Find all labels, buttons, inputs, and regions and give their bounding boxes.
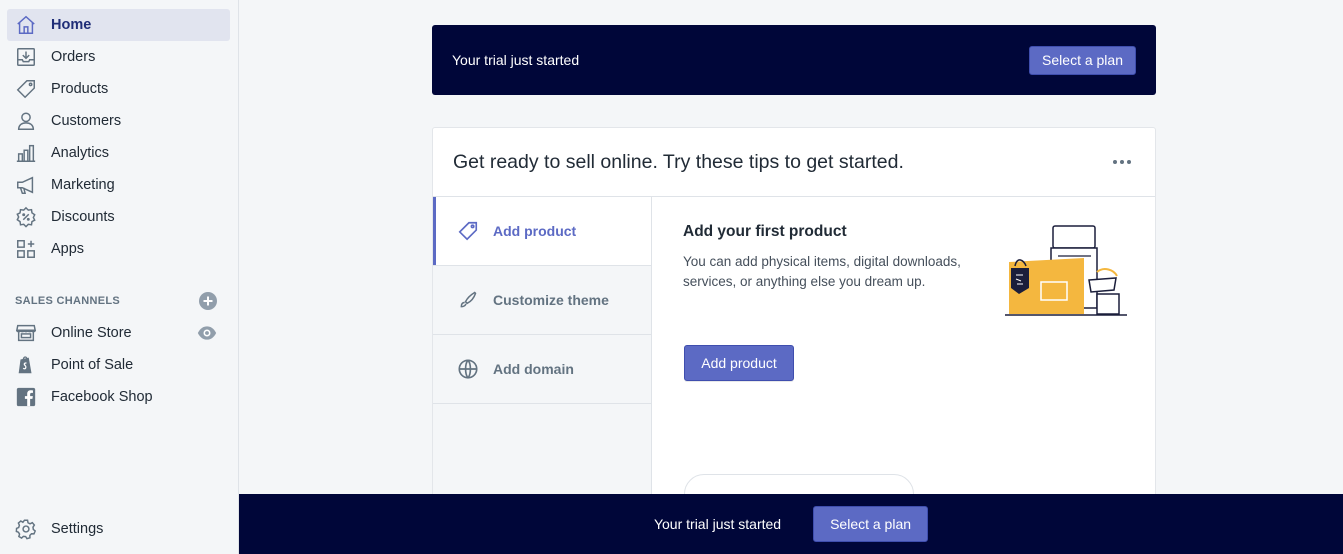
eye-icon xyxy=(197,326,217,340)
card-title: Get ready to sell online. Try these tips… xyxy=(453,150,904,173)
bottom-trial-text: Your trial just started xyxy=(653,516,782,532)
sidebar-item-label: Products xyxy=(51,81,109,97)
facebook-icon xyxy=(14,385,38,409)
sidebar-item-facebook-shop[interactable]: Facebook Shop xyxy=(7,381,230,413)
bottom-trial-bar: Your trial just started Select a plan xyxy=(239,494,1343,554)
product-box-illustration xyxy=(1005,225,1127,316)
add-product-button[interactable]: Add product xyxy=(684,345,794,381)
sidebar-item-products[interactable]: Products xyxy=(7,73,230,105)
tag-icon xyxy=(455,218,481,244)
globe-icon xyxy=(455,356,481,382)
bottom-select-plan-button[interactable]: Select a plan xyxy=(813,506,929,542)
tab-label: Add domain xyxy=(493,361,574,377)
orders-icon xyxy=(14,45,38,69)
sidebar-item-label: Analytics xyxy=(51,145,110,161)
sidebar-item-orders[interactable]: Orders xyxy=(7,41,230,73)
panel-description: You can add physical items, digital down… xyxy=(683,254,961,289)
sidebar-item-label: Facebook Shop xyxy=(51,389,153,405)
store-icon xyxy=(14,321,38,345)
view-online-store-button[interactable] xyxy=(197,323,217,343)
tab-add-domain[interactable]: Add domain xyxy=(433,335,651,404)
sidebar-item-label: Customers xyxy=(51,113,122,129)
sidebar-item-label: Settings xyxy=(51,521,104,537)
sidebar-item-label: Online Store xyxy=(51,325,132,341)
home-icon xyxy=(14,13,38,37)
tab-label: Customize theme xyxy=(493,292,609,308)
panel-heading: Add your first product xyxy=(683,223,847,240)
sidebar-item-marketing[interactable]: Marketing xyxy=(7,169,230,201)
sales-channels-header: SALES CHANNELS xyxy=(15,292,220,310)
sidebar-item-label: Point of Sale xyxy=(51,357,134,373)
sidebar-item-home[interactable]: Home xyxy=(7,9,230,41)
tab-add-product[interactable]: Add product xyxy=(433,197,651,266)
trial-banner-text: Your trial just started xyxy=(452,52,580,68)
sidebar-item-label: Apps xyxy=(51,241,85,257)
sidebar-item-apps[interactable]: Apps xyxy=(7,233,230,265)
sidebar-item-label: Marketing xyxy=(51,177,115,193)
sidebar: Home Orders Products Customers Analytics… xyxy=(0,0,239,554)
select-plan-button[interactable]: Select a plan xyxy=(1029,45,1136,75)
sidebar-item-settings[interactable]: Settings xyxy=(7,513,230,545)
tab-customize-theme[interactable]: Customize theme xyxy=(433,266,651,335)
discount-icon xyxy=(14,205,38,229)
sidebar-item-analytics[interactable]: Analytics xyxy=(7,137,230,169)
plus-icon xyxy=(203,296,213,306)
add-sales-channel-button[interactable] xyxy=(199,292,217,310)
sidebar-item-online-store[interactable]: Online Store xyxy=(7,317,230,349)
more-actions-button[interactable] xyxy=(1109,156,1135,168)
sidebar-item-customers[interactable]: Customers xyxy=(7,105,230,137)
sales-channels-title: SALES CHANNELS xyxy=(15,295,121,307)
apps-icon xyxy=(14,237,38,261)
megaphone-icon xyxy=(14,173,38,197)
card-header: Get ready to sell online. Try these tips… xyxy=(433,128,1155,197)
tab-label: Add product xyxy=(493,223,577,239)
gear-icon xyxy=(14,517,38,541)
sidebar-item-point-of-sale[interactable]: Point of Sale xyxy=(7,349,230,381)
getting-started-card: Get ready to sell online. Try these tips… xyxy=(432,127,1156,507)
trial-banner: Your trial just started Select a plan xyxy=(432,25,1156,95)
brush-icon xyxy=(455,287,481,313)
sidebar-item-label: Home xyxy=(51,17,92,33)
sidebar-item-label: Discounts xyxy=(51,209,115,225)
tips-tabs: Add product Customize theme Add domain xyxy=(433,197,652,506)
sidebar-item-label: Orders xyxy=(51,49,96,65)
bar-chart-icon xyxy=(14,141,38,165)
more-dots-icon xyxy=(1113,160,1117,164)
sidebar-item-discounts[interactable]: Discounts xyxy=(7,201,230,233)
person-icon xyxy=(14,109,38,133)
shopify-bag-icon xyxy=(14,353,38,377)
tab-panel: Add your first product You can add physi… xyxy=(683,223,963,292)
tag-icon xyxy=(14,77,38,101)
